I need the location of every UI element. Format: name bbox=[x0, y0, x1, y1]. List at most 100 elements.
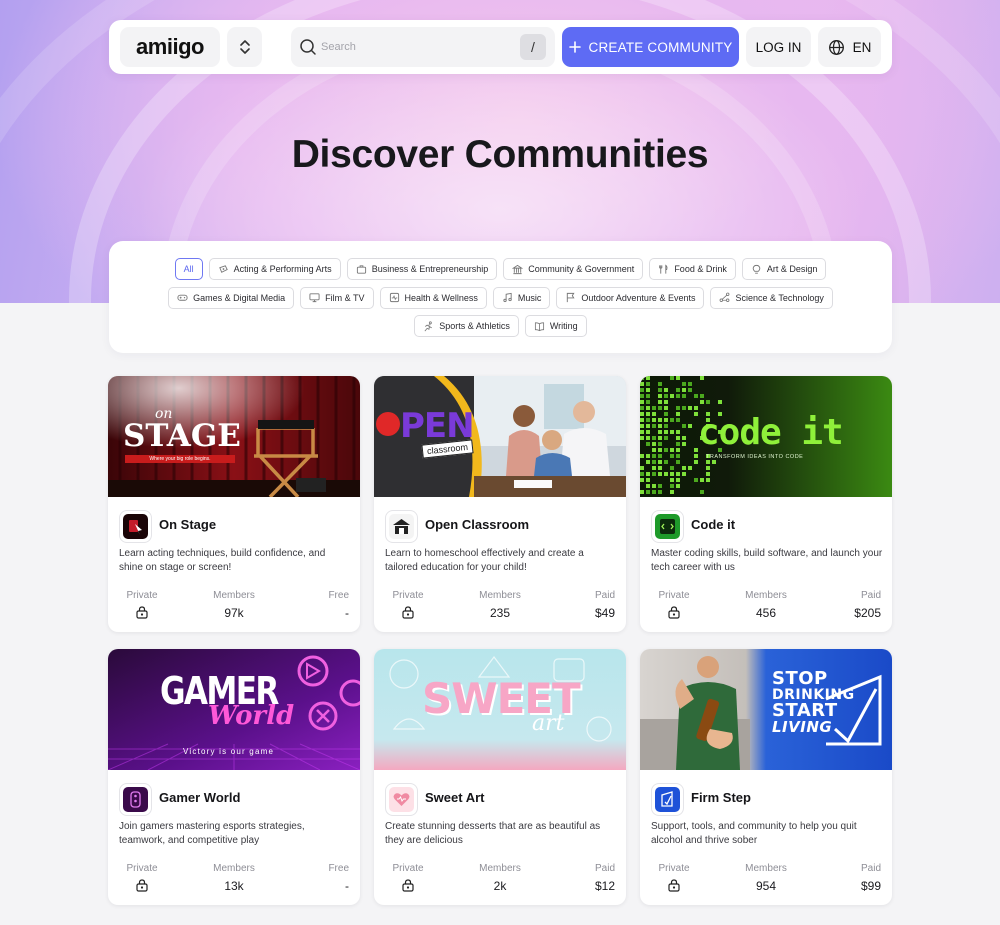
price-label: Paid bbox=[860, 863, 881, 874]
filter-chip-label: Writing bbox=[549, 321, 578, 331]
filter-chip-label: Business & Entrepreneurship bbox=[371, 264, 489, 274]
ticket-icon bbox=[218, 264, 228, 273]
filter-chip-health[interactable]: Health & Wellness bbox=[379, 286, 487, 309]
bulb-icon bbox=[752, 264, 761, 274]
price-value: - bbox=[345, 879, 349, 893]
members-label: Members bbox=[745, 590, 787, 601]
privacy-stat: Private bbox=[119, 863, 165, 895]
filter-chip-games[interactable]: Games & Digital Media bbox=[168, 286, 295, 309]
community-card-code-it[interactable]: code it TRANSFORM IDEAS INTO CODE Code i… bbox=[640, 376, 892, 632]
community-card-gamer-world[interactable]: GAMER World Victory is our game Gamer Wo… bbox=[108, 649, 360, 905]
search-shortcut-key: / bbox=[520, 34, 546, 60]
price-value: $99 bbox=[860, 879, 881, 893]
filter-chip-label: Acting & Performing Arts bbox=[233, 264, 332, 274]
filter-chip-all[interactable]: All bbox=[174, 258, 203, 280]
briefcase-icon bbox=[356, 264, 366, 274]
search-icon bbox=[300, 39, 316, 55]
filter-chip-acting[interactable]: Acting & Performing Arts bbox=[208, 258, 341, 280]
members-count: 97k bbox=[224, 606, 244, 620]
globe-icon bbox=[828, 39, 844, 55]
filter-chip-film[interactable]: Film & TV bbox=[300, 286, 374, 309]
filter-chip-outdoor[interactable]: Outdoor Adventure & Events bbox=[556, 286, 705, 309]
members-label: Members bbox=[479, 863, 521, 874]
members-stat: Members 13k bbox=[202, 863, 266, 893]
banner-script-text: art bbox=[532, 711, 565, 736]
members-count: 954 bbox=[755, 879, 777, 893]
members-stat: Members 235 bbox=[468, 590, 532, 620]
members-label: Members bbox=[213, 590, 255, 601]
price-stat: Free - bbox=[328, 863, 349, 893]
community-avatar bbox=[385, 783, 418, 816]
heart-pulse-icon bbox=[389, 292, 399, 303]
price-value: $205 bbox=[854, 606, 881, 620]
banner-title-text: STOP DRINKING START LIVING bbox=[772, 670, 855, 736]
filter-row: Sports & Athletics Writing bbox=[109, 315, 892, 337]
community-card-open-classroom[interactable]: PEN classroom Open Classroom Learn to ho… bbox=[374, 376, 626, 632]
price-label: Paid bbox=[860, 590, 881, 601]
login-button[interactable]: LOG IN bbox=[746, 27, 811, 67]
language-selector[interactable]: EN bbox=[818, 27, 881, 67]
community-description: Support, tools, and community to help yo… bbox=[651, 821, 857, 846]
community-card-sweet-art[interactable]: SWEET art Sweet Art Create stunning dess… bbox=[374, 649, 626, 905]
filter-chip-label: Sports & Athletics bbox=[439, 321, 510, 331]
lock-icon bbox=[651, 879, 697, 895]
community-card-on-stage[interactable]: on STAGE Where your big role begins. On … bbox=[108, 376, 360, 632]
stage-hand-icon bbox=[123, 514, 148, 539]
privacy-stat: Private bbox=[385, 863, 431, 895]
privacy-label: Private bbox=[658, 863, 690, 874]
members-label: Members bbox=[479, 590, 521, 601]
filter-chip-writing[interactable]: Writing bbox=[524, 315, 587, 337]
community-description: Learn to homeschool effectively and crea… bbox=[385, 548, 584, 573]
search-input[interactable] bbox=[321, 37, 511, 57]
community-name: Open Classroom bbox=[425, 517, 530, 532]
firm-step-logo-icon bbox=[655, 787, 680, 812]
filter-chip-label: All bbox=[183, 264, 194, 274]
members-stat: Members 97k bbox=[202, 590, 266, 620]
top-navbar: amiigo / CREATE COMMUNITY LOG IN EN bbox=[109, 20, 892, 74]
filter-chip-art[interactable]: Art & Design bbox=[741, 258, 827, 280]
banner-title-text: STAGE bbox=[123, 418, 241, 454]
amiigo-logo[interactable]: amiigo bbox=[120, 27, 220, 67]
filter-row: All Acting & Performing Arts Business & … bbox=[109, 258, 892, 280]
flag-icon bbox=[567, 292, 575, 303]
community-name: Sweet Art bbox=[425, 790, 485, 805]
network-icon bbox=[720, 292, 730, 302]
filter-chip-label: Food & Drink bbox=[674, 264, 727, 274]
filter-chip-label: Community & Government bbox=[528, 264, 635, 274]
community-avatar bbox=[385, 510, 418, 543]
privacy-stat: Private bbox=[651, 863, 697, 895]
members-count: 2k bbox=[493, 879, 507, 893]
privacy-label: Private bbox=[392, 590, 424, 601]
utensils-icon bbox=[659, 263, 668, 274]
privacy-stat: Private bbox=[651, 590, 697, 622]
privacy-label: Private bbox=[126, 863, 158, 874]
price-stat: Paid $49 bbox=[595, 590, 615, 620]
filter-chip-business[interactable]: Business & Entrepreneurship bbox=[346, 258, 498, 280]
search-bar[interactable]: / bbox=[291, 27, 555, 67]
community-card-firm-step[interactable]: STOP DRINKING START LIVING Firm Step Sup… bbox=[640, 649, 892, 905]
filter-chip-community[interactable]: Community & Government bbox=[503, 258, 644, 280]
filter-chip-sports[interactable]: Sports & Athletics bbox=[414, 315, 519, 337]
filter-chip-food[interactable]: Food & Drink bbox=[649, 258, 736, 280]
filter-chip-science[interactable]: Science & Technology bbox=[710, 286, 833, 309]
plus-icon bbox=[568, 41, 581, 53]
privacy-stat: Private bbox=[385, 590, 431, 622]
price-stat: Paid $12 bbox=[595, 863, 615, 893]
create-community-button[interactable]: CREATE COMMUNITY bbox=[562, 27, 739, 67]
filter-chip-label: Games & Digital Media bbox=[193, 292, 286, 303]
privacy-label: Private bbox=[392, 863, 424, 874]
monitor-icon bbox=[309, 293, 320, 303]
lock-icon bbox=[385, 606, 431, 622]
filter-chip-label: Music bbox=[517, 292, 542, 303]
community-avatar bbox=[651, 510, 684, 543]
filter-chip-music[interactable]: Music bbox=[492, 286, 551, 309]
filter-row: Games & Digital Media Film & TV Health &… bbox=[109, 286, 892, 309]
classroom-icon bbox=[389, 514, 414, 539]
card-banner-image: SWEET art bbox=[374, 649, 626, 770]
community-avatar bbox=[119, 510, 152, 543]
community-avatar bbox=[119, 783, 152, 816]
workspace-switcher-button[interactable] bbox=[227, 27, 262, 67]
price-value: $12 bbox=[594, 879, 615, 893]
community-name: Firm Step bbox=[691, 790, 751, 805]
banner-tagline-text: Where your big role begins. bbox=[125, 455, 235, 463]
